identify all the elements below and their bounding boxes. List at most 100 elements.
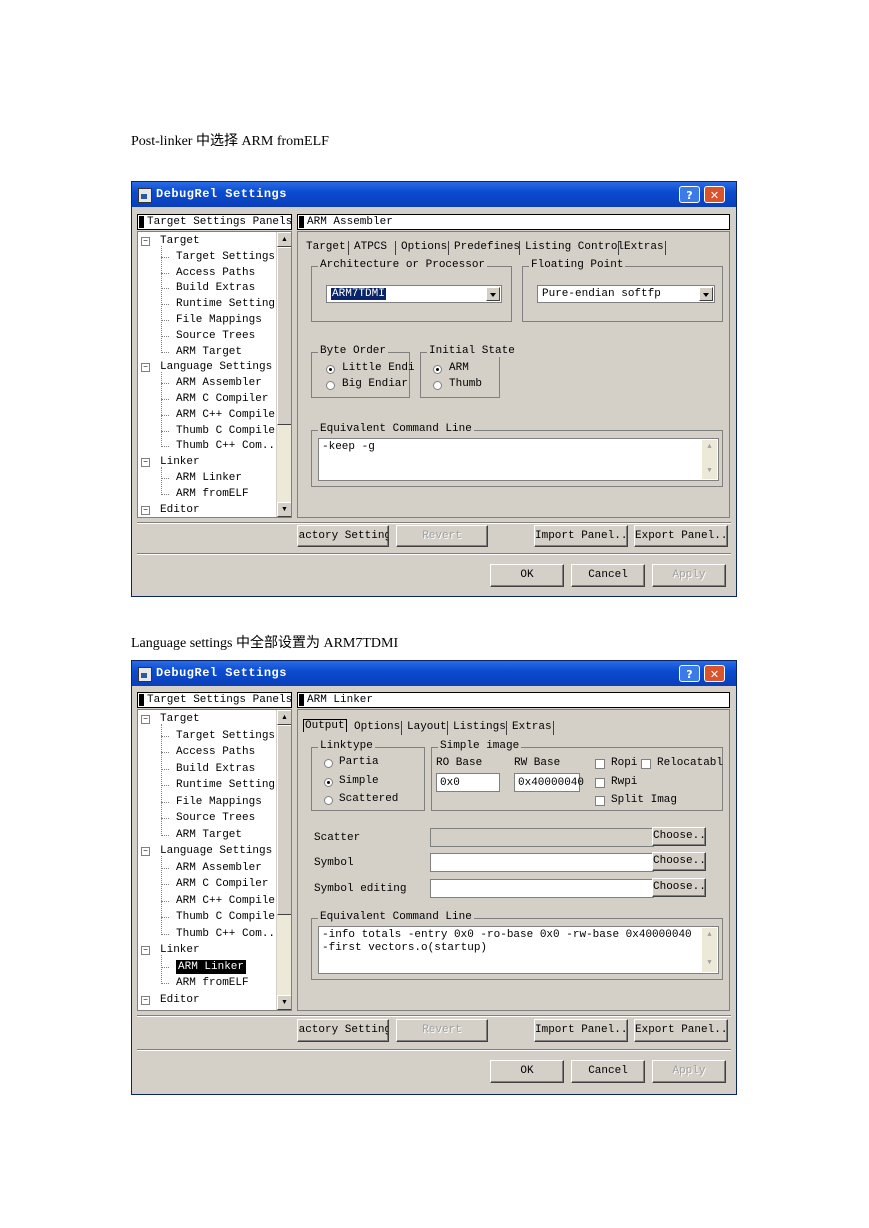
tree-item[interactable]: Build Extras bbox=[176, 762, 255, 776]
collapse-icon[interactable]: − bbox=[141, 715, 150, 724]
tab-extras[interactable]: Extras bbox=[624, 241, 664, 253]
tree-item[interactable]: ARM C Compiler bbox=[176, 392, 268, 406]
arm-state-label[interactable]: ARM bbox=[449, 362, 469, 374]
tree-item[interactable]: Target bbox=[160, 712, 200, 726]
ropi-label[interactable]: Ropi bbox=[611, 757, 637, 769]
apply-button[interactable]: Apply bbox=[652, 564, 726, 587]
command-line-textarea[interactable]: -info totals -entry 0x0 -ro-base 0x0 -rw… bbox=[318, 926, 719, 974]
tree-item[interactable]: ARM fromELF bbox=[176, 976, 249, 990]
close-button[interactable]: ✕ bbox=[704, 186, 725, 203]
floating-point-select[interactable]: Pure-endian softfp bbox=[537, 285, 715, 303]
tree-item[interactable]: ARM C++ Compiler bbox=[176, 408, 282, 422]
collapse-icon[interactable]: − bbox=[141, 363, 150, 373]
tab-target[interactable]: Target bbox=[306, 241, 346, 253]
scattered-label[interactable]: Scattered bbox=[339, 793, 398, 805]
factory-settings-button[interactable]: Factory Settings bbox=[297, 525, 389, 547]
simple-radio[interactable] bbox=[324, 778, 333, 787]
little-endian-label[interactable]: Little Endi bbox=[342, 362, 415, 374]
collapse-icon[interactable]: − bbox=[141, 237, 150, 246]
tree-item[interactable]: Access Paths bbox=[176, 266, 255, 280]
tab-listings[interactable]: Listings bbox=[453, 721, 506, 733]
little-endian-radio[interactable] bbox=[326, 365, 335, 374]
tab-listing-control[interactable]: Listing Control bbox=[525, 241, 624, 253]
tree-item[interactable]: ARM C Compiler bbox=[176, 877, 268, 891]
tree-item[interactable]: Linker bbox=[160, 943, 200, 957]
revert-button[interactable]: Revert bbox=[396, 1019, 488, 1042]
title-bar[interactable]: DebugRel Settings ? ✕ bbox=[132, 661, 736, 686]
collapse-icon[interactable]: − bbox=[141, 505, 150, 515]
tree-item[interactable]: ARM C++ Compiler bbox=[176, 894, 282, 908]
scroll-thumb[interactable] bbox=[277, 725, 291, 915]
help-button[interactable]: ? bbox=[679, 186, 700, 203]
thumb-state-radio[interactable] bbox=[433, 381, 442, 390]
tab-output[interactable]: Output bbox=[303, 719, 347, 732]
scroll-down-icon[interactable]: ▼ bbox=[704, 958, 715, 969]
tree-item[interactable]: ARM Assembler bbox=[176, 376, 262, 390]
big-endian-radio[interactable] bbox=[326, 381, 335, 390]
tree-scrollbar[interactable]: ▲ ▼ bbox=[276, 710, 291, 1010]
ro-base-input[interactable]: 0x0 bbox=[436, 773, 500, 792]
import-panel-button[interactable]: Import Panel... bbox=[534, 525, 628, 547]
tab-options[interactable]: Options bbox=[354, 721, 400, 733]
arm-state-radio[interactable] bbox=[433, 365, 442, 374]
help-button[interactable]: ? bbox=[679, 665, 700, 682]
collapse-icon[interactable]: − bbox=[141, 995, 150, 1005]
tree-item[interactable]: Editor bbox=[160, 503, 200, 517]
export-panel-button[interactable]: Export Panel... bbox=[634, 525, 728, 547]
tab-predefines[interactable]: Predefines bbox=[454, 241, 520, 253]
export-panel-button[interactable]: Export Panel... bbox=[634, 1019, 728, 1042]
partial-radio[interactable] bbox=[324, 759, 333, 768]
tree-item[interactable]: Runtime Settings bbox=[176, 778, 282, 792]
tab-atpcs[interactable]: ATPCS bbox=[354, 241, 387, 253]
tree-item[interactable]: Source Trees bbox=[176, 811, 255, 825]
chevron-down-icon[interactable] bbox=[486, 287, 500, 301]
tree-item[interactable]: ARM Linker bbox=[176, 959, 247, 974]
close-button[interactable]: ✕ bbox=[704, 665, 725, 682]
tree-item[interactable]: ARM Target bbox=[176, 345, 242, 359]
title-bar[interactable]: DebugRel Settings ? ✕ bbox=[132, 182, 736, 207]
tree-item[interactable]: ARM Linker bbox=[176, 471, 242, 485]
rwpi-checkbox[interactable] bbox=[595, 778, 605, 788]
tree-item[interactable]: Editor bbox=[160, 993, 200, 1007]
relocatable-checkbox[interactable] bbox=[641, 759, 651, 769]
ropi-checkbox[interactable] bbox=[595, 759, 605, 769]
big-endian-label[interactable]: Big Endiar bbox=[342, 378, 408, 390]
revert-button[interactable]: Revert bbox=[396, 525, 488, 547]
tree-item[interactable]: Access Paths bbox=[176, 745, 255, 759]
tab-extras[interactable]: Extras bbox=[512, 721, 552, 733]
scatter-input[interactable] bbox=[430, 828, 654, 847]
collapse-icon[interactable]: − bbox=[141, 458, 150, 468]
tree-item[interactable]: File Mappings bbox=[176, 313, 262, 327]
symbol-choose-button[interactable]: Choose... bbox=[652, 852, 706, 871]
tree-item[interactable]: ARM Assembler bbox=[176, 861, 262, 875]
tree-item[interactable]: Target Settings bbox=[176, 250, 275, 264]
scatter-choose-button[interactable]: Choose... bbox=[652, 827, 706, 846]
partial-label[interactable]: Partia bbox=[339, 756, 379, 768]
thumb-state-label[interactable]: Thumb bbox=[449, 378, 482, 390]
symbol-editing-input[interactable] bbox=[430, 879, 654, 898]
tree-item[interactable]: Linker bbox=[160, 455, 200, 469]
scroll-up-icon[interactable]: ▲ bbox=[704, 930, 715, 941]
command-line-textarea[interactable]: -keep -g ▲ ▼ bbox=[318, 438, 719, 481]
symbol-editing-choose-button[interactable]: Choose... bbox=[652, 878, 706, 897]
tree-item[interactable]: ARM fromELF bbox=[176, 487, 249, 501]
cancel-button[interactable]: Cancel bbox=[571, 564, 645, 587]
tab-layout[interactable]: Layout bbox=[407, 721, 447, 733]
chevron-down-icon[interactable] bbox=[699, 287, 713, 301]
cmd-scrollbar[interactable]: ▲ ▼ bbox=[702, 928, 717, 972]
factory-settings-button[interactable]: Factory Settings bbox=[297, 1019, 389, 1042]
relocatable-label[interactable]: Relocatabl bbox=[657, 757, 723, 769]
tree-item[interactable]: File Mappings bbox=[176, 795, 262, 809]
tree-item[interactable]: Build Extras bbox=[176, 281, 255, 295]
tree-item[interactable]: ARM Target bbox=[176, 828, 242, 842]
scroll-up-icon[interactable]: ▲ bbox=[704, 442, 715, 453]
split-image-label[interactable]: Split Imag bbox=[611, 794, 677, 806]
cmd-scrollbar[interactable]: ▲ ▼ bbox=[702, 440, 717, 479]
tree-scrollbar[interactable]: ▲ ▼ bbox=[276, 232, 291, 517]
scroll-up-button[interactable]: ▲ bbox=[277, 232, 291, 247]
scattered-radio[interactable] bbox=[324, 796, 333, 805]
rwpi-label[interactable]: Rwpi bbox=[611, 776, 637, 788]
collapse-icon[interactable]: − bbox=[141, 946, 150, 955]
apply-button[interactable]: Apply bbox=[652, 1060, 726, 1083]
tree-item[interactable]: Thumb C Compiler bbox=[176, 424, 282, 438]
